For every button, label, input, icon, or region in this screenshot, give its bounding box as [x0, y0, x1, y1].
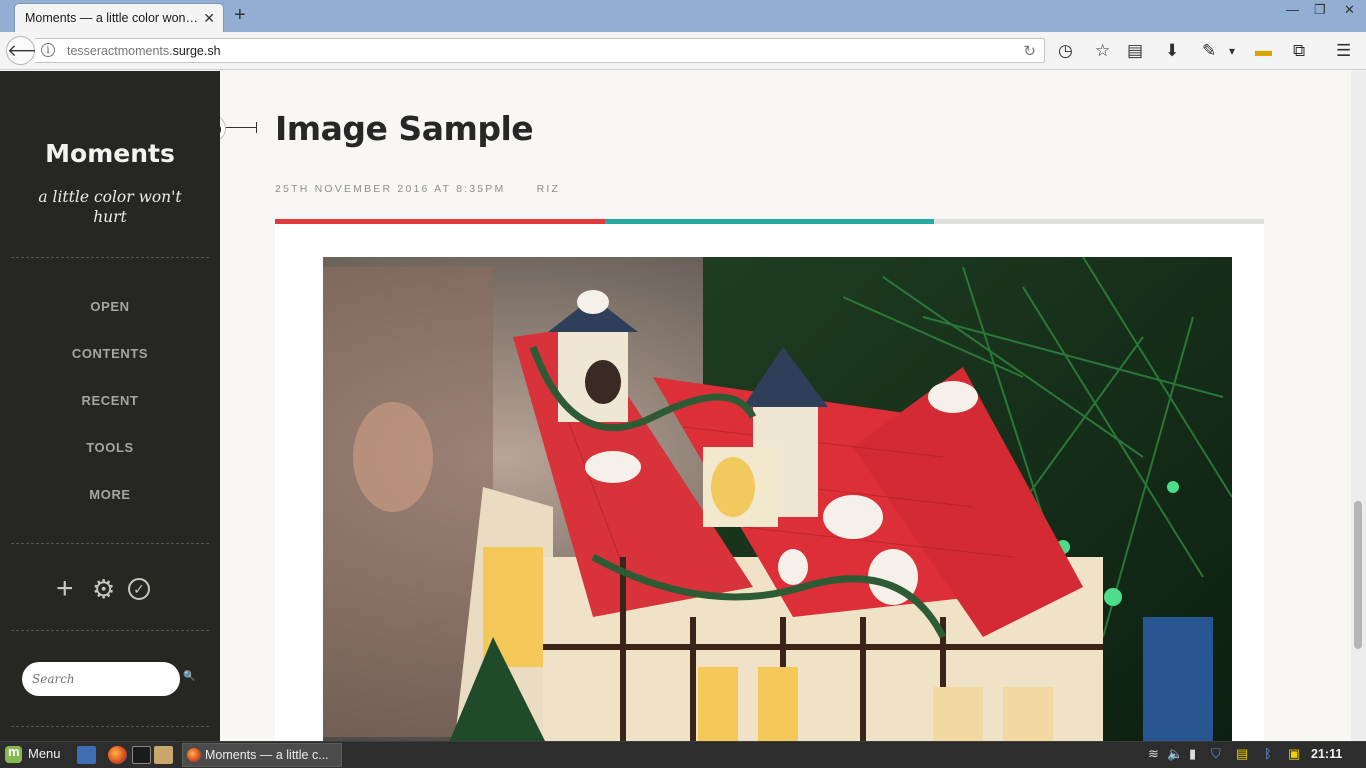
extension-icon[interactable]: ⧉	[1293, 41, 1305, 61]
mint-logo-icon	[5, 744, 22, 764]
clipboard-icon[interactable]: ▣	[1288, 746, 1300, 762]
download-icon[interactable]: ⬇	[1165, 41, 1179, 61]
sidebar-actions: + ⚙ ✓	[0, 574, 220, 604]
site-brand[interactable]: Moments	[0, 139, 220, 168]
search-input[interactable]	[22, 662, 180, 696]
taskbar-window-moments[interactable]: Moments — a little c...	[182, 743, 342, 767]
post-date: 25TH NOVEMBER 2016 AT 8:35PM	[275, 183, 506, 195]
post-image	[323, 257, 1232, 741]
browser-tabbar: Moments — a little color won… ✕ + — ❐ ✕	[0, 0, 1366, 32]
new-tab-button[interactable]: +	[234, 4, 246, 27]
notes-icon[interactable]: ▤	[1236, 746, 1248, 762]
browser-navbar: 🡐 i tesseractmoments.surge.sh ↻ ◷ ☆ ▤ ⬇ …	[0, 32, 1366, 70]
post-card	[275, 224, 1264, 741]
post-meta: 25TH NOVEMBER 2016 AT 8:35PM RIZ	[275, 183, 560, 195]
shield-icon[interactable]: ⛉	[1211, 746, 1221, 762]
history-icon[interactable]: ◷	[1058, 41, 1073, 61]
scrollbar-thumb[interactable]	[1354, 501, 1362, 649]
address-bar[interactable]: i tesseractmoments.surge.sh ↻	[35, 38, 1045, 63]
post-author[interactable]: RIZ	[537, 183, 561, 195]
start-menu-label: Menu	[28, 746, 61, 761]
main-content: Image Sample 25TH NOVEMBER 2016 AT 8:35P…	[220, 71, 1351, 741]
page-scrollbar[interactable]	[1351, 71, 1366, 741]
check-circle-icon[interactable]: ✓	[128, 578, 150, 600]
sidebar-divider	[11, 257, 209, 258]
timeline-connector	[224, 127, 256, 128]
firefox-launcher-icon[interactable]	[108, 746, 127, 764]
timeline-tick	[256, 122, 257, 133]
restore-button[interactable]: ❐	[1314, 2, 1326, 18]
close-window-button[interactable]: ✕	[1344, 2, 1355, 18]
reader-icon[interactable]: ▤	[1127, 41, 1143, 61]
tab-close-icon[interactable]: ✕	[203, 10, 215, 27]
bluetooth-icon[interactable]: ᛒ	[1264, 746, 1272, 761]
gear-icon[interactable]: ⚙	[92, 574, 115, 604]
minimize-button[interactable]: —	[1286, 2, 1299, 17]
battery-icon[interactable]: ▮	[1189, 746, 1196, 762]
reload-icon[interactable]: ↻	[1023, 42, 1036, 60]
sidebar-menu: OPEN CONTENTS RECENT TOOLS MORE	[0, 293, 220, 528]
os-taskbar: Menu Moments — a little c... ≋ 🔈 ▮ ⛉ ▤ ᛒ…	[0, 741, 1366, 768]
info-icon[interactable]: i	[41, 43, 55, 57]
back-button[interactable]: 🡐	[6, 36, 53, 65]
sidebar-divider	[11, 630, 209, 631]
hamburger-menu-icon[interactable]: ☰	[1336, 41, 1351, 61]
star-icon[interactable]: ☆	[1095, 41, 1110, 61]
plus-icon[interactable]: +	[56, 574, 74, 604]
start-menu-button[interactable]: Menu	[5, 744, 61, 766]
site-tagline: a little color won't hurt	[38, 188, 182, 226]
tab-title: Moments — a little color won…	[25, 11, 198, 25]
sidebar-divider	[11, 726, 209, 727]
ruler-icon[interactable]: ▬	[1255, 41, 1272, 61]
sidebar: Moments a little color won't hurt OPEN C…	[0, 71, 220, 741]
sidebar-item-tools[interactable]: TOOLS	[0, 434, 220, 481]
browser-tab[interactable]: Moments — a little color won… ✕	[14, 3, 224, 32]
house-photo-illustration	[323, 257, 1232, 741]
sidebar-item-more[interactable]: MORE	[0, 481, 220, 528]
url-text: tesseractmoments.surge.sh	[67, 44, 221, 58]
show-desktop-icon[interactable]	[77, 746, 96, 764]
taskbar-clock[interactable]: 21:11	[1311, 747, 1342, 761]
volume-icon[interactable]: 🔈	[1167, 746, 1183, 762]
sidebar-item-recent[interactable]: RECENT	[0, 387, 220, 434]
eyedropper-icon[interactable]: ✎	[1202, 41, 1216, 61]
sidebar-item-open[interactable]: OPEN	[0, 293, 220, 340]
terminal-launcher-icon[interactable]	[132, 746, 151, 764]
chevron-down-icon[interactable]: ▾	[1229, 41, 1235, 61]
post-title[interactable]: Image Sample	[275, 109, 534, 148]
search-icon[interactable]: 🔍	[183, 671, 195, 682]
sidebar-item-contents[interactable]: CONTENTS	[0, 340, 220, 387]
files-launcher-icon[interactable]	[154, 746, 173, 764]
wifi-icon[interactable]: ≋	[1148, 746, 1159, 762]
sidebar-divider	[11, 543, 209, 544]
timeline-marker-icon	[220, 116, 225, 141]
